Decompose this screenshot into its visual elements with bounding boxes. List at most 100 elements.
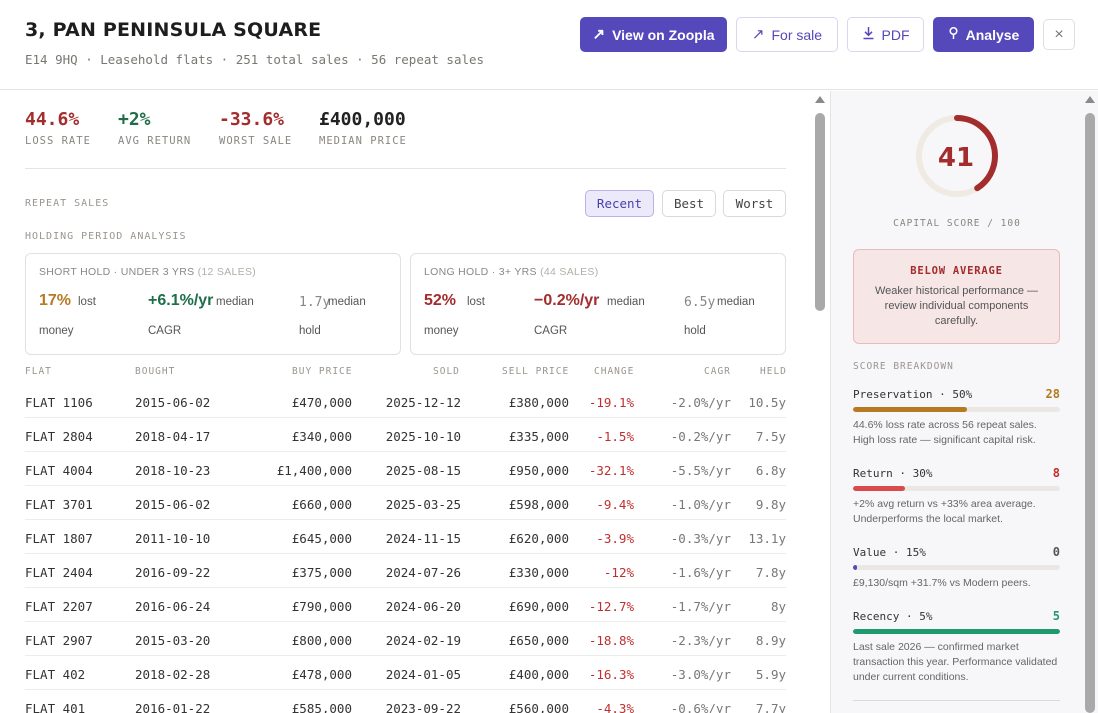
cell-buy-price: £585,000	[291, 701, 352, 713]
component-score: 5	[1052, 609, 1060, 623]
table-row[interactable]: FLAT 2907 2015-03-20 £800,000 2024-02-19 £65…	[25, 622, 786, 656]
verdict-box: BELOW AVERAGE Weaker historical performa…	[853, 249, 1060, 344]
table-row[interactable]: FLAT 4004 2018-10-23 £1,400,000 2025-08-15 £…	[25, 452, 786, 486]
score-panel: 41 CAPITAL SCORE / 100 BELOW AVERAGE Wea…	[830, 91, 1098, 713]
toggle-recent[interactable]: Recent	[585, 190, 654, 217]
cell-sold: 2024-07-26	[385, 565, 461, 580]
metric-label: AVG RETURN	[118, 135, 192, 147]
toggle-best[interactable]: Best	[662, 190, 716, 217]
cell-change: -19.1%	[588, 395, 634, 410]
cell-flat: FLAT 3701	[25, 497, 93, 512]
cell-change: -12.7%	[588, 599, 634, 614]
component-name: Return · 30%	[853, 467, 933, 480]
cell-flat: FLAT 1106	[25, 395, 93, 410]
metric-value: £400,000	[319, 109, 406, 130]
component-bar-fill	[853, 565, 858, 570]
cell-cagr: -0.2%/yr	[670, 429, 731, 444]
cell-sell-price: £620,000	[508, 531, 569, 546]
toggle-worst[interactable]: Worst	[723, 190, 786, 217]
metric-avg-return: +2% AVG RETURN	[118, 109, 191, 147]
cell-bought: 2018-02-28	[135, 667, 211, 682]
pdf-button[interactable]: PDF	[847, 17, 924, 52]
loss-label: lost	[78, 296, 96, 308]
component-name: Value · 15%	[853, 546, 926, 559]
close-button[interactable]: ×	[1043, 19, 1075, 50]
scroll-up-arrow[interactable]	[815, 96, 825, 103]
table-row[interactable]: FLAT 402 2018-02-28 £478,000 2024-01-05 £400…	[25, 656, 786, 690]
column-header-buy-price: BUY PRICE	[292, 366, 353, 377]
analyse-button[interactable]: Analyse	[933, 17, 1034, 52]
component-score: 0	[1052, 545, 1060, 559]
component-name: Recency · 5%	[853, 610, 933, 623]
metric-label: LOSS RATE	[25, 135, 91, 147]
table-row[interactable]: FLAT 2404 2016-09-22 £375,000 2024-07-26 £33…	[25, 554, 786, 588]
cell-cagr: -5.5%/yr	[670, 463, 731, 478]
cell-bought: 2018-10-23	[135, 463, 211, 478]
cell-change: -18.8%	[588, 633, 634, 648]
cell-sell-price: £380,000	[508, 395, 569, 410]
cell-buy-price: £470,000	[291, 395, 352, 410]
cell-change: -3.9%	[596, 531, 634, 546]
table-row[interactable]: FLAT 1106 2015-06-02 £470,000 2025-12-12 £38…	[25, 384, 786, 418]
cell-sold: 2025-10-10	[385, 429, 461, 444]
metric-label: MEDIAN PRICE	[319, 135, 407, 147]
table-row[interactable]: FLAT 2207 2016-06-24 £790,000 2024-06-20 £69…	[25, 588, 786, 622]
page-title: 3, PAN PENINSULA SQUARE	[25, 19, 322, 41]
cell-buy-price: £340,000	[291, 429, 352, 444]
long-hold-card: LONG HOLD · 3+ YRS (44 SALES) 52% lost m…	[410, 253, 786, 355]
component-description: £9,130/sqm +31.7% vs Modern peers.	[853, 577, 1031, 589]
cell-held: 7.7y	[755, 701, 786, 713]
external-arrow-icon: ↗	[751, 26, 765, 43]
view-on-zoopla-button[interactable]: ↗ View on Zoopla	[580, 17, 727, 52]
component-description: +2% avg return vs +33% area average. Und…	[853, 498, 1036, 525]
column-header-sold: SOLD	[433, 366, 460, 377]
capital-score-value: 41	[937, 143, 975, 173]
cell-sold: 2025-08-15	[385, 463, 461, 478]
verdict-title: BELOW AVERAGE	[910, 265, 1003, 277]
metric-value: +2%	[118, 109, 151, 130]
score-scrollbar-thumb[interactable]	[1085, 113, 1095, 713]
cell-held: 7.5y	[755, 429, 786, 444]
loss-label: lost	[467, 296, 485, 308]
repeat-sales-label: REPEAT SALES	[25, 198, 110, 209]
metric-value: -33.6%	[219, 109, 285, 130]
cell-sold: 2025-12-12	[385, 395, 461, 410]
component-bar	[853, 407, 1060, 412]
cell-sold: 2024-01-05	[385, 667, 461, 682]
metric-loss-rate: 44.6% LOSS RATE	[25, 109, 91, 147]
hold-label-2: hold	[299, 325, 321, 337]
cell-sell-price: £690,000	[508, 599, 569, 614]
cagr-label: median	[216, 296, 254, 308]
metric-value: 44.6%	[25, 109, 80, 130]
cell-cagr: -0.6%/yr	[670, 701, 731, 713]
column-header-cagr: CAGR	[704, 366, 731, 377]
page-subtitle: E14 9HQ · Leasehold flats · 251 total sa…	[25, 52, 485, 67]
component-description: Last sale 2026 — confirmed market transa…	[853, 641, 1058, 683]
holding-period-label: HOLDING PERIOD ANALYSIS	[25, 231, 187, 242]
component-score: 28	[1045, 387, 1060, 401]
cell-cagr: -1.6%/yr	[670, 565, 731, 580]
cell-bought: 2016-01-22	[135, 701, 211, 713]
divider	[853, 700, 1060, 701]
scroll-up-arrow[interactable]	[1085, 96, 1095, 103]
main-scrollbar-thumb[interactable]	[815, 113, 825, 311]
hold-label-2: hold	[684, 325, 706, 337]
cell-cagr: -2.0%/yr	[670, 395, 731, 410]
table-row[interactable]: FLAT 1807 2011-10-10 £645,000 2024-11-15 £62…	[25, 520, 786, 554]
cell-sell-price: £560,000	[508, 701, 569, 713]
cagr-label: median	[607, 296, 645, 308]
cell-flat: FLAT 1807	[25, 531, 93, 546]
table-row[interactable]: FLAT 401 2016-01-22 £585,000 2023-09-22 £560…	[25, 690, 786, 713]
for-sale-button[interactable]: ↗ For sale	[736, 17, 838, 52]
download-icon	[862, 26, 875, 43]
component-bar-fill	[853, 629, 1060, 634]
column-header-bought: BOUGHT	[135, 366, 176, 377]
cagr-value: −0.2%/yr	[534, 292, 600, 309]
component-bar	[853, 486, 1060, 491]
cell-sell-price: £335,000	[508, 429, 569, 444]
component-score: 8	[1052, 466, 1060, 480]
header: 3, PAN PENINSULA SQUARE E14 9HQ · Leaseh…	[0, 0, 1098, 90]
column-header-flat: FLAT	[25, 366, 52, 377]
table-row[interactable]: FLAT 3701 2015-06-02 £660,000 2025-03-25 £59…	[25, 486, 786, 520]
table-row[interactable]: FLAT 2804 2018-04-17 £340,000 2025-10-10 £33…	[25, 418, 786, 452]
